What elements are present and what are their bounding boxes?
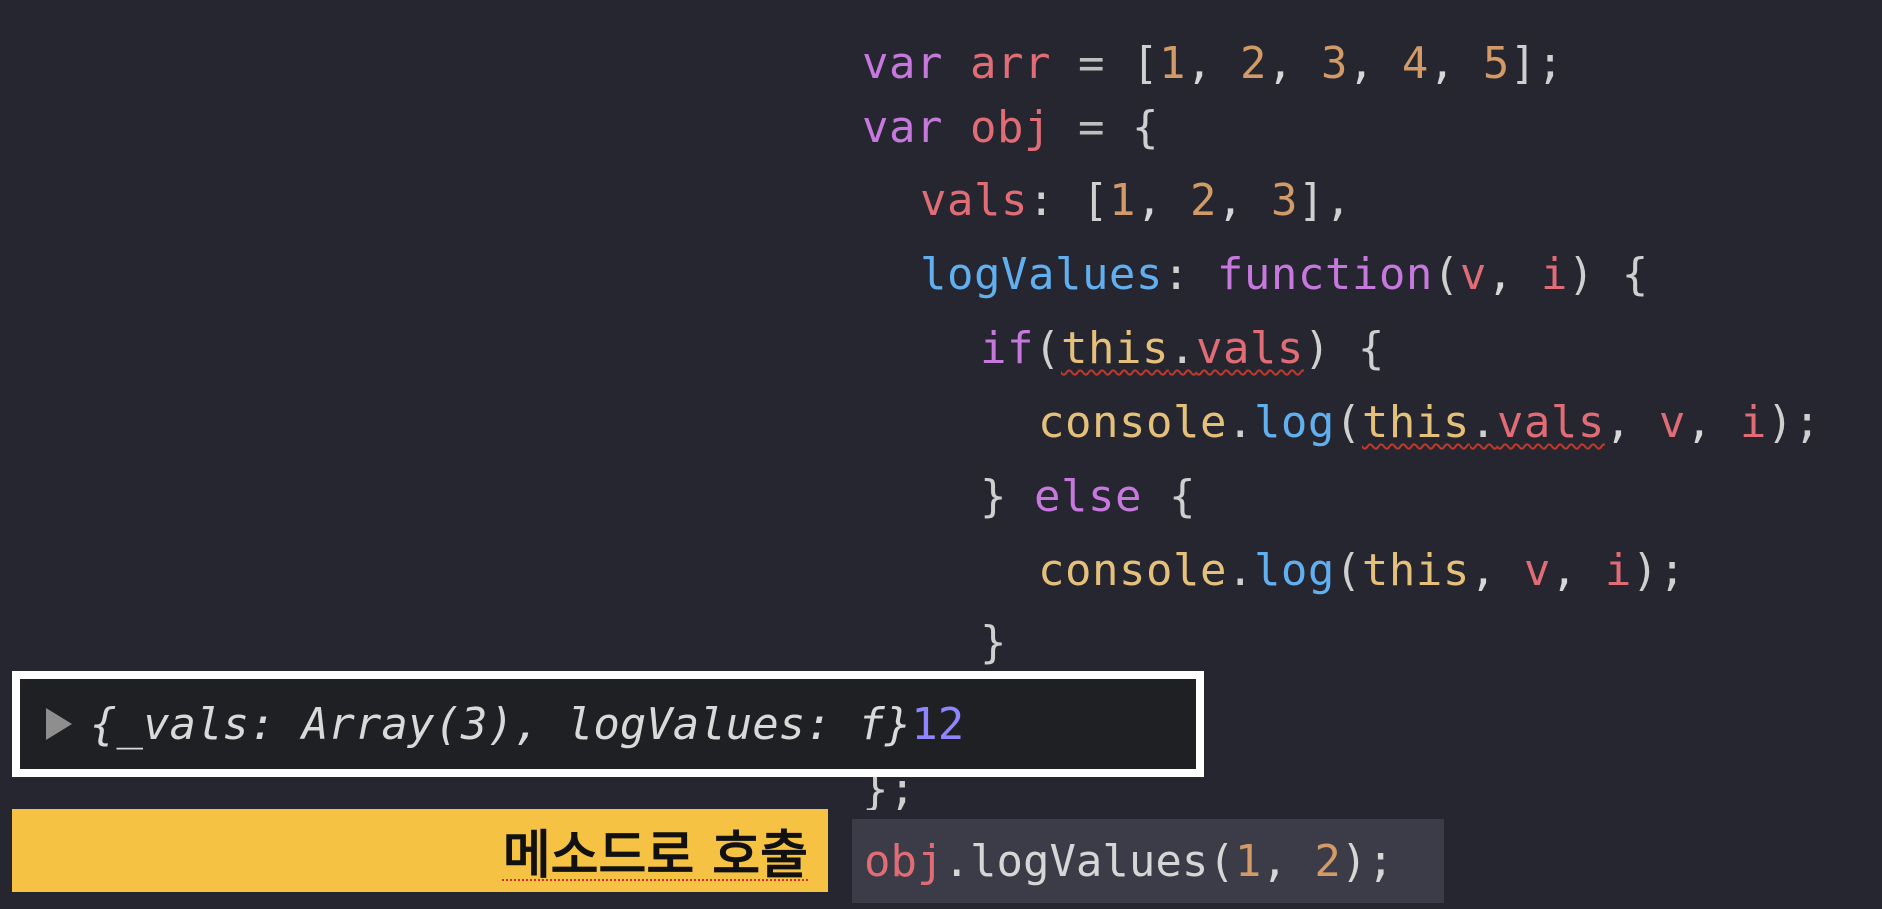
code-line-1: var arr = [1, 2, 3, 4, 5]; xyxy=(862,38,1564,89)
expand-triangle-icon[interactable] xyxy=(46,708,72,740)
code-line-9: } xyxy=(980,617,1007,668)
code-line-8: console.log(this, v, i); xyxy=(1038,545,1686,596)
call-object: obj xyxy=(864,835,944,887)
caption-label: 메소드로 호출 xyxy=(12,809,828,892)
console-arg-1: 1 xyxy=(911,698,938,750)
call-arg-1: 1 xyxy=(1234,835,1262,887)
console-arg-2: 2 xyxy=(937,698,965,750)
code-line-6: console.log(this.vals, v, i); xyxy=(1038,397,1821,448)
code-line-3: vals: [1, 2, 3], xyxy=(920,175,1352,226)
caption-label-text: 메소드로 호출 xyxy=(502,826,808,886)
code-line-7: } else { xyxy=(980,471,1196,522)
call-arg-2: 2 xyxy=(1314,835,1341,887)
call-comma: , xyxy=(1261,835,1315,887)
code-line-4: logValues: function(v, i) { xyxy=(920,249,1649,300)
console-object-text: {_vals: Array(3), logValues: f} xyxy=(90,698,912,750)
code-line-2: var obj = { xyxy=(862,102,1159,153)
console-output: {_vals: Array(3), logValues: f} 1 2 xyxy=(12,671,1204,777)
call-close: ); xyxy=(1340,835,1394,887)
call-expression: obj .logValues(1, 2); xyxy=(852,819,1444,903)
code-line-5: if(this.vals) { xyxy=(980,323,1385,374)
call-method: .logValues( xyxy=(943,835,1235,887)
video-frame: var arr = [1, 2, 3, 4, 5]; var obj = { v… xyxy=(0,0,1882,909)
